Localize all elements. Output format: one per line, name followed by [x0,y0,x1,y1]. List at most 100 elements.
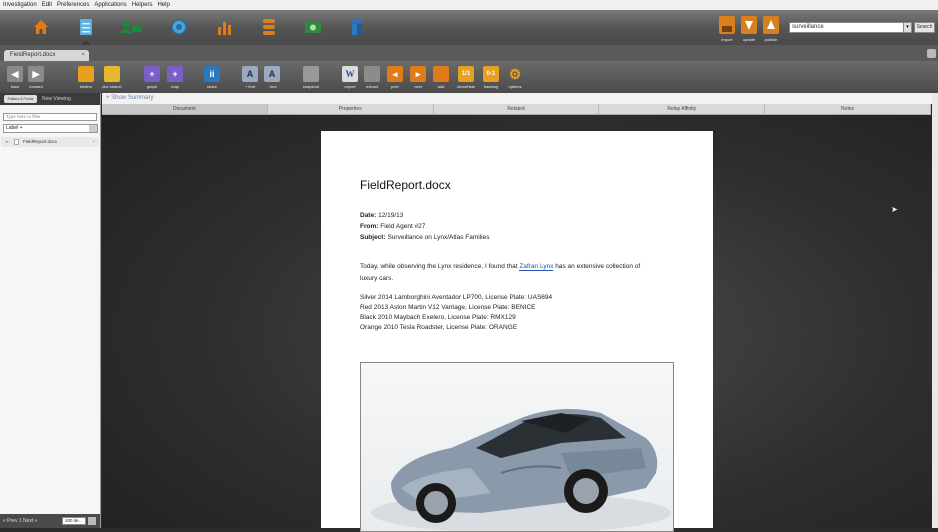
globe-icon[interactable] [168,16,190,38]
search-button[interactable]: Search [914,22,935,33]
tab-notes[interactable]: Notes [765,104,931,114]
menu-helpers[interactable]: Helpers [132,0,153,10]
paragraph-cont: luxury cars. [360,275,394,282]
update-icon[interactable] [740,15,758,35]
pager-label[interactable]: « Prev 1 Next » [3,518,37,524]
menu-help[interactable]: Help [157,0,169,10]
database-icon[interactable] [258,16,280,38]
app-bar: import update publish surveillance ▾ Sea… [0,10,938,45]
date-line: Date: 12/19/13 [360,212,404,219]
font-down-icon: A [264,66,280,82]
extract-icon [364,66,380,82]
import-icon[interactable] [718,15,736,35]
map-button[interactable]: + map [166,66,184,89]
from-line: From: Field Agent #27 [360,223,426,230]
list-item[interactable]: ▸ FieldReport.docx × [1,137,99,147]
toolbar: ◀ back ▶ forward folders doc search + gr… [0,61,938,93]
folders-button[interactable]: folders [77,66,95,89]
share-button[interactable]: ii share [203,66,221,89]
left-panel-header: Folders & Forms Now Viewing [0,93,100,105]
close-icon[interactable]: × [92,137,95,147]
list-item-label: FieldReport.docx [23,139,58,144]
tab-now-viewing[interactable]: Now Viewing [42,95,71,103]
car-line: Orange 2010 Tesla Roadster, License Plat… [360,324,518,331]
forward-button[interactable]: ▶ forward [27,66,45,89]
document-title: FieldReport.docx [360,178,451,192]
document-icon[interactable] [75,16,97,45]
doc-search-button[interactable]: doc search [102,66,122,89]
car-image [360,362,674,532]
flashtag-icon: 0-1 [483,66,499,82]
menu-edit[interactable]: Edit [42,0,52,10]
tab-related[interactable]: Related [434,104,600,114]
search-dropdown[interactable]: ▾ [903,22,912,33]
close-icon[interactable]: × [81,50,85,61]
car-line: Silver 2014 Lamborghini Aventador LP700,… [360,294,553,301]
graph-icon: + [144,66,160,82]
prev-button[interactable]: ◂ prev [386,66,404,89]
entity-link[interactable]: Zafran Lynx [519,263,554,271]
menu-applications[interactable]: Applications [94,0,126,10]
home-icon[interactable] [30,16,52,38]
folder-icon [78,66,94,82]
add-button[interactable]: add [432,66,450,89]
camera-icon[interactable] [302,16,324,38]
document-tab-strip: FieldReport.docx × [0,45,938,61]
car-line: Red 2013 Aston Martin V12 Vantage, Licen… [360,304,536,311]
document-page: FieldReport.docx Date: 12/19/13 From: Fi… [321,131,713,532]
snapshot-icon [303,66,319,82]
graph-button[interactable]: + graph [143,66,161,89]
file-icon [14,139,19,145]
tab-properties[interactable]: Properties [268,104,434,114]
main-content: + Show Summary Document Properties Relat… [102,93,938,532]
extract-button[interactable]: extract [363,66,381,89]
map-icon: + [167,66,183,82]
flashtag-button[interactable]: 0-1 flashtag [482,66,500,89]
chevron-down-icon [89,125,97,132]
tab-document[interactable]: Document [102,104,268,114]
label-select[interactable]: Label + [3,124,98,133]
car-line: Black 2010 Maybach Exelero, License Plat… [360,314,516,321]
snapshot-button[interactable]: snapshot [302,66,320,89]
font-down-button[interactable]: A - font [263,66,281,89]
show-summary-link[interactable]: + Show Summary [102,93,938,104]
caret-icon: ▸ [6,139,9,144]
tab-folders-forms[interactable]: Folders & Forms [4,95,37,103]
menu-investigation[interactable]: Investigation [3,0,37,10]
chevron-down-icon[interactable] [88,517,96,525]
import-label: import [721,37,733,42]
vertical-scrollbar[interactable] [932,93,938,528]
tab-menu-icon[interactable] [927,49,936,58]
menu-preferences[interactable]: Preferences [57,0,89,10]
subject-line: Subject: Surveillance on Lynx/Atlas Fami… [360,234,490,241]
tab-relay-affinity[interactable]: Relay Affinity [599,104,766,114]
publish-label: publish [764,37,778,42]
add-icon [433,66,449,82]
person-card-icon[interactable] [120,16,142,38]
paragraph: Today, while observing the Lynx residenc… [360,263,641,271]
publish-icon[interactable] [762,15,780,35]
people-icon[interactable] [346,16,368,38]
options-button[interactable]: ⚙ options [506,65,524,90]
filter-input[interactable]: Type here to filter [3,113,97,121]
pager: « Prev 1 Next » 100 ite... [0,514,100,528]
show-hide-button[interactable]: 1/1 show/hide [457,66,475,89]
tab-label: FieldReport.docx [10,52,56,58]
font-up-icon: A [242,66,258,82]
doc-search-icon [104,66,120,82]
menu-bar: Investigation Edit Preferences Applicati… [0,0,938,10]
view-tabs: Document Properties Related Relay Affini… [102,104,931,115]
gear-icon: ⚙ [508,65,522,82]
tab-fieldreport[interactable]: FieldReport.docx × [4,50,89,61]
prev-icon: ◂ [387,66,403,82]
word-icon: W [342,66,358,82]
forward-icon: ▶ [28,66,44,82]
next-icon: ▸ [410,66,426,82]
share-icon: ii [204,66,220,82]
search-input[interactable]: surveillance [789,22,911,33]
bar-chart-icon[interactable] [214,16,236,38]
next-button[interactable]: ▸ next [409,66,427,89]
mouse-cursor-icon: ➤ [891,205,898,214]
left-panel: Folders & Forms Now Viewing Type here to… [0,93,101,528]
page-size-select[interactable]: 100 ite... [62,517,86,525]
